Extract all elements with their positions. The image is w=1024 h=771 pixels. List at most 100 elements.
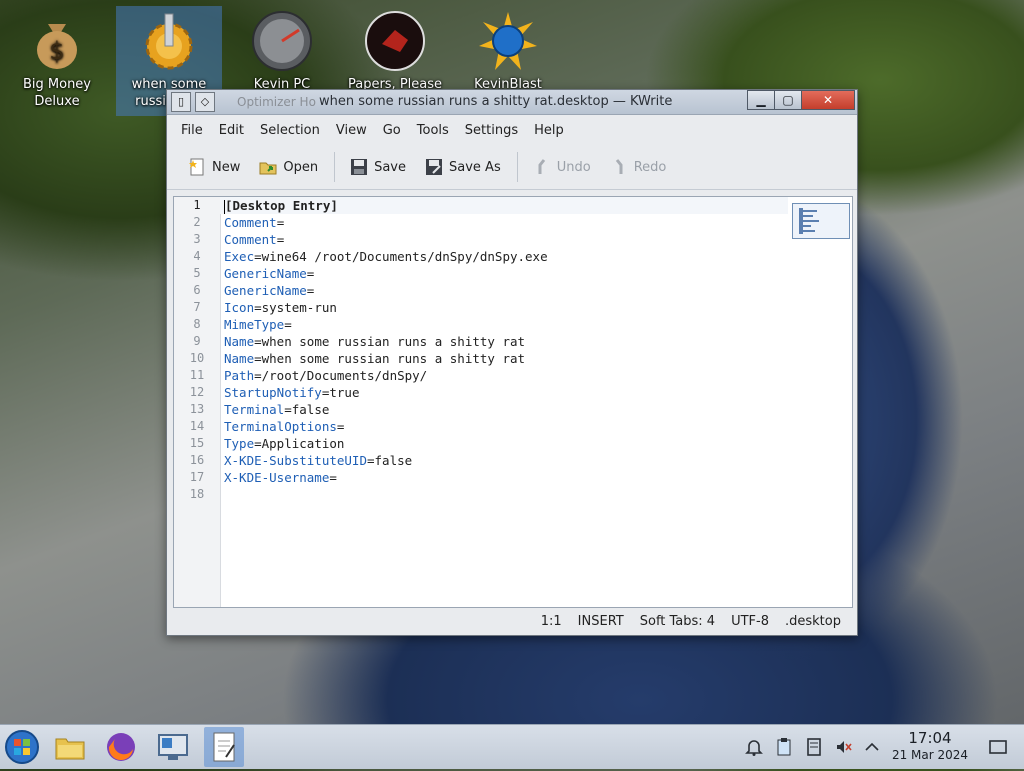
- code-line[interactable]: Exec=wine64 /root/Documents/dnSpy/dnSpy.…: [224, 248, 788, 265]
- entry-key: StartupNotify: [224, 385, 322, 400]
- entry-value: =: [276, 215, 285, 230]
- code-line[interactable]: X-KDE-Username=: [224, 469, 788, 486]
- code-line[interactable]: [224, 486, 788, 503]
- menu-view[interactable]: View: [328, 123, 375, 138]
- title-bar[interactable]: ▯ ◇ Optimizer Ho when some russian runs …: [167, 90, 857, 115]
- desktop-icon-kevinblast[interactable]: KevinBlast: [455, 6, 561, 93]
- code-line[interactable]: Comment=: [224, 231, 788, 248]
- line-number: 13: [189, 402, 205, 416]
- line-number: 17: [189, 470, 205, 484]
- code-line[interactable]: [Desktop Entry]: [220, 197, 788, 214]
- entry-value: =: [306, 266, 315, 281]
- code-line[interactable]: Terminal=false: [224, 401, 788, 418]
- close-button[interactable]: ✕: [801, 90, 855, 110]
- storage-icon[interactable]: [804, 737, 824, 757]
- menu-file[interactable]: File: [173, 123, 211, 138]
- redo-label: Redo: [633, 159, 667, 175]
- line-number: 18: [189, 487, 205, 501]
- input-mode[interactable]: INSERT: [578, 614, 624, 629]
- menu-selection[interactable]: Selection: [252, 123, 328, 138]
- notifications-icon[interactable]: [744, 737, 764, 757]
- code-line[interactable]: Path=/root/Documents/dnSpy/: [224, 367, 788, 384]
- file-type[interactable]: .desktop: [785, 614, 841, 629]
- firefox-icon[interactable]: [101, 727, 141, 767]
- code-line[interactable]: Name=when some russian runs a shitty rat: [224, 350, 788, 367]
- desktop-icon-kevin-pc[interactable]: Kevin PC: [229, 6, 335, 93]
- save-as-label: Save As: [449, 159, 501, 175]
- clipboard-icon[interactable]: [774, 737, 794, 757]
- encoding[interactable]: UTF-8: [731, 614, 769, 629]
- menu-tools[interactable]: Tools: [409, 123, 457, 138]
- toolbar-separator: [334, 152, 336, 182]
- code-line[interactable]: GenericName=: [224, 282, 788, 299]
- file-manager-icon[interactable]: [50, 727, 90, 767]
- new-button[interactable]: New: [179, 153, 248, 181]
- entry-value: =: [329, 470, 337, 485]
- line-number: 11: [189, 368, 205, 382]
- code-line[interactable]: X-KDE-SubstituteUID=false: [224, 452, 788, 469]
- section-header: [Desktop Entry]: [225, 198, 338, 213]
- indentation-setting[interactable]: Soft Tabs: 4: [640, 614, 715, 629]
- start-menu-button[interactable]: [2, 727, 42, 767]
- window-title: when some russian runs a shitty rat.desk…: [319, 94, 673, 109]
- svg-text:$: $: [49, 37, 64, 65]
- open-button[interactable]: Open: [250, 153, 326, 181]
- text-editor[interactable]: 1 2 3 4 5 6 7 8 9 10 11 12 13 14 15 16 17 18 [Desktop Ent…: [173, 196, 853, 608]
- entry-key: MimeType: [224, 317, 285, 332]
- code-line[interactable]: Comment=: [224, 214, 788, 231]
- entry-key: Icon: [224, 300, 255, 315]
- clock-time: 17:04: [908, 729, 952, 747]
- line-number: 14: [189, 419, 205, 433]
- menu-go[interactable]: Go: [375, 123, 409, 138]
- code-line[interactable]: Icon=system-run: [224, 299, 788, 316]
- menu-help[interactable]: Help: [526, 123, 572, 138]
- code-line[interactable]: MimeType=: [224, 316, 788, 333]
- toolbar-separator: [516, 152, 518, 182]
- chevron-up-icon[interactable]: [862, 737, 882, 757]
- pin-icon[interactable]: ◇: [195, 92, 215, 112]
- menu-settings[interactable]: Settings: [457, 123, 526, 138]
- minimap[interactable]: [792, 203, 850, 239]
- toolbar: New Open Save Save As Undo Redo: [167, 145, 857, 190]
- entry-value: =system-run: [254, 300, 337, 315]
- redo-button[interactable]: Redo: [601, 153, 675, 181]
- desktop-icon-big-money-deluxe[interactable]: $ Big Money Deluxe: [4, 6, 110, 110]
- cursor-position[interactable]: 1:1: [541, 614, 562, 629]
- minimize-button[interactable]: ▁: [747, 90, 775, 110]
- kwrite-task-icon[interactable]: [204, 727, 244, 767]
- menu-edit[interactable]: Edit: [211, 123, 252, 138]
- gauge-icon: [251, 10, 313, 72]
- entry-value: =: [276, 232, 285, 247]
- menu-bar: File Edit Selection View Go Tools Settin…: [167, 115, 857, 145]
- status-bar: 1:1 INSERT Soft Tabs: 4 UTF-8 .desktop: [167, 607, 857, 635]
- entry-key: Comment: [224, 232, 277, 247]
- show-desktop-icon[interactable]: [988, 737, 1008, 757]
- save-button[interactable]: Save: [341, 153, 414, 181]
- desktop-icon-papers-please[interactable]: Papers, Please: [342, 6, 448, 93]
- undo-label: Undo: [556, 159, 591, 175]
- code-line[interactable]: StartupNotify=true: [224, 384, 788, 401]
- background-window-title: Optimizer Ho: [237, 95, 316, 109]
- entry-key: GenericName: [224, 266, 307, 281]
- undo-button[interactable]: Undo: [524, 153, 599, 181]
- maximize-button[interactable]: ▢: [774, 90, 802, 110]
- code-line[interactable]: TerminalOptions=: [224, 418, 788, 435]
- line-number: 3: [193, 232, 201, 246]
- line-number: 1: [193, 198, 201, 212]
- emblem-icon: [364, 10, 426, 72]
- line-number: 6: [193, 283, 201, 297]
- code-area[interactable]: [Desktop Entry] Comment= Comment= Exec=wine…: [220, 197, 788, 503]
- app-menu-icon[interactable]: ▯: [171, 92, 191, 112]
- code-line[interactable]: Type=Application: [224, 435, 788, 452]
- save-as-button[interactable]: Save As: [416, 153, 509, 181]
- code-line[interactable]: Name=when some russian runs a shitty rat: [224, 333, 788, 350]
- volume-muted-icon[interactable]: [834, 737, 854, 757]
- code-line[interactable]: GenericName=: [224, 265, 788, 282]
- line-number: 12: [189, 385, 205, 399]
- line-number: 4: [193, 249, 201, 263]
- system-monitor-icon[interactable]: [153, 727, 193, 767]
- clock[interactable]: 17:04 21 Mar 2024: [886, 729, 974, 763]
- line-number: 5: [193, 266, 201, 280]
- kwrite-window: ▯ ◇ Optimizer Ho when some russian runs …: [166, 89, 858, 636]
- save-icon: [349, 157, 369, 177]
